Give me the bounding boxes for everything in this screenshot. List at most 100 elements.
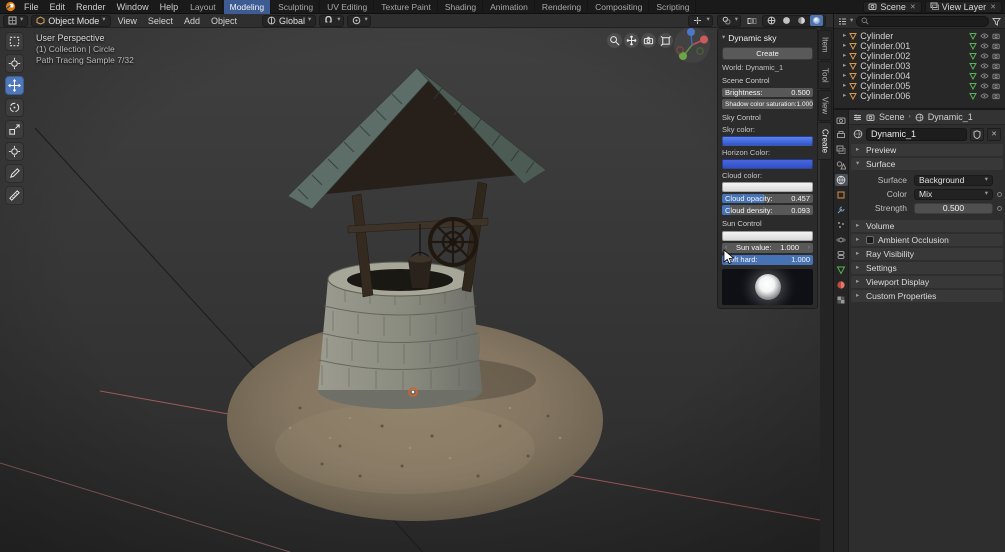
scene-unlink-icon[interactable]: ✕ — [909, 3, 917, 11]
axis-gizmo[interactable] — [673, 26, 711, 64]
shading-rendered-icon[interactable] — [810, 15, 823, 26]
xray-toggle-icon[interactable] — [745, 15, 758, 26]
menu-add[interactable]: Add — [180, 16, 204, 26]
workspace-tab-uvediting[interactable]: UV Editing — [321, 0, 375, 14]
outliner-row[interactable]: ▸ Cylinder.005 — [834, 81, 1005, 91]
perspective-toggle-icon[interactable] — [658, 33, 673, 48]
tool-select-box[interactable] — [5, 32, 24, 51]
transform-orientation-dropdown[interactable]: Global ▾ — [261, 14, 317, 27]
sun-value-increment-icon[interactable]: › — [808, 244, 810, 252]
menu-render[interactable]: Render — [71, 0, 111, 14]
panel-volume[interactable]: ▸ Volume — [851, 220, 1003, 232]
surface-dropdown[interactable]: Background ▾ — [914, 174, 993, 186]
render-camera-icon[interactable] — [992, 32, 1001, 40]
animate-decorator-icon[interactable] — [997, 191, 1002, 197]
outliner-row[interactable]: ▸ Cylinder.001 — [834, 41, 1005, 51]
tool-move[interactable] — [5, 76, 24, 95]
editor-type-button[interactable]: ▾ — [3, 14, 29, 27]
workspace-tab-scripting[interactable]: Scripting — [650, 0, 697, 14]
unlink-world-button[interactable]: ✕ — [987, 127, 1001, 141]
cloud-density-slider[interactable]: Cloud density: 0.093 — [722, 205, 813, 216]
shadow-saturation-slider[interactable]: Shadow color saturation: 1.000 — [722, 99, 813, 110]
tab-create[interactable]: Create — [818, 122, 832, 161]
cloud-color-swatch[interactable] — [722, 181, 813, 192]
render-camera-icon[interactable] — [992, 72, 1001, 80]
tab-view-layer-icon[interactable] — [835, 144, 848, 156]
menu-edit[interactable]: Edit — [45, 0, 71, 14]
cloud-opacity-slider[interactable]: Cloud opacity: 0.457 — [722, 193, 813, 204]
menu-help[interactable]: Help — [155, 0, 184, 14]
gizmo-caret-icon[interactable]: ▾ — [706, 17, 709, 24]
gizmo-toggle-icon[interactable] — [691, 15, 704, 26]
outliner-editor-icon[interactable] — [838, 17, 847, 26]
menu-object[interactable]: Object — [207, 16, 241, 26]
brightness-slider[interactable]: Brightness: 0.500 — [722, 87, 813, 98]
scene-selector[interactable]: Scene ✕ — [863, 0, 922, 13]
tab-scene-icon[interactable] — [835, 159, 848, 171]
tab-constraints-icon[interactable] — [835, 249, 848, 261]
breadcrumb-scene-label[interactable]: Scene — [879, 112, 905, 122]
breadcrumb-world-label[interactable]: Dynamic_1 — [928, 112, 973, 122]
snap-magnet-icon[interactable] — [322, 15, 335, 26]
dynamic-sky-panel-header[interactable]: ▾ Dynamic sky — [722, 32, 813, 45]
panel-custom-properties[interactable]: ▸ Custom Properties — [851, 290, 1003, 302]
render-camera-icon[interactable] — [992, 42, 1001, 50]
fake-user-shield-icon[interactable] — [970, 127, 984, 141]
pan-icon[interactable] — [624, 33, 639, 48]
tab-particles-icon[interactable] — [835, 219, 848, 231]
panel-preview[interactable]: ▸ Preview — [851, 144, 1003, 156]
menu-select[interactable]: Select — [144, 16, 177, 26]
hide-eye-icon[interactable] — [980, 82, 989, 90]
menu-window[interactable]: Window — [112, 0, 154, 14]
render-camera-icon[interactable] — [992, 92, 1001, 100]
render-camera-icon[interactable] — [992, 62, 1001, 70]
tab-view[interactable]: View — [818, 90, 832, 122]
sun-color-swatch[interactable] — [722, 231, 813, 242]
workspace-tab-modeling[interactable]: Modeling — [223, 0, 272, 14]
render-camera-icon[interactable] — [992, 52, 1001, 60]
viewport-3d-scene[interactable] — [0, 28, 820, 552]
tool-transform[interactable] — [5, 142, 24, 161]
tab-world-icon[interactable] — [834, 174, 848, 186]
shading-solid-icon[interactable] — [780, 15, 793, 26]
expand-icon[interactable]: ▸ — [843, 92, 846, 100]
expand-icon[interactable]: ▸ — [843, 72, 846, 80]
tool-scale[interactable] — [5, 120, 24, 139]
outliner-row[interactable]: ▸ Cylinder — [834, 31, 1005, 41]
view-layer-unlink-icon[interactable]: ✕ — [989, 3, 997, 11]
workspace-tab-texturepaint[interactable]: Texture Paint — [375, 0, 438, 14]
filter-icon[interactable] — [992, 17, 1001, 26]
tab-modifiers-icon[interactable] — [835, 204, 848, 216]
panel-viewport-display[interactable]: ▸ Viewport Display — [851, 276, 1003, 288]
outliner-search-input[interactable] — [856, 15, 989, 27]
workspace-tab-compositing[interactable]: Compositing — [589, 0, 650, 14]
panel-ray-visibility[interactable]: ▸ Ray Visibility — [851, 248, 1003, 260]
sun-value-field[interactable]: ‹ Sun value: 1.000 › — [722, 243, 813, 253]
soft-hard-slider[interactable]: Soft hard: 1.000 — [722, 254, 813, 265]
camera-view-icon[interactable] — [641, 33, 656, 48]
outliner-row[interactable]: ▸ Cylinder.003 — [834, 61, 1005, 71]
strength-slider[interactable]: 0.500 — [914, 202, 993, 214]
color-dropdown[interactable]: Mix ▾ — [914, 188, 993, 200]
tab-output-icon[interactable] — [835, 129, 848, 141]
tab-object-icon[interactable] — [835, 189, 848, 201]
proportional-caret-icon[interactable]: ▾ — [365, 17, 368, 24]
outliner-editor-caret-icon[interactable]: ▾ — [850, 17, 853, 25]
hide-eye-icon[interactable] — [980, 42, 989, 50]
render-camera-icon[interactable] — [992, 82, 1001, 90]
menu-file[interactable]: File — [19, 0, 44, 14]
overlays-toggle-icon[interactable] — [720, 15, 733, 26]
tab-material-icon[interactable] — [835, 279, 848, 291]
tool-cursor[interactable] — [5, 54, 24, 73]
animate-decorator-icon[interactable] — [997, 205, 1002, 211]
view-layer-selector[interactable]: View Layer ✕ — [924, 0, 1002, 13]
outliner-row[interactable]: ▸ Cylinder.006 — [834, 91, 1005, 101]
blender-logo-icon[interactable] — [3, 1, 18, 12]
snap-caret-icon[interactable]: ▾ — [337, 17, 340, 24]
workspace-tab-sculpting[interactable]: Sculpting — [272, 0, 321, 14]
tool-measure[interactable] — [5, 186, 24, 205]
panel-surface[interactable]: ▾ Surface — [851, 158, 1003, 170]
mode-dropdown[interactable]: Object Mode ▾ — [31, 14, 111, 27]
hide-eye-icon[interactable] — [980, 32, 989, 40]
sky-color-swatch[interactable] — [722, 136, 813, 146]
